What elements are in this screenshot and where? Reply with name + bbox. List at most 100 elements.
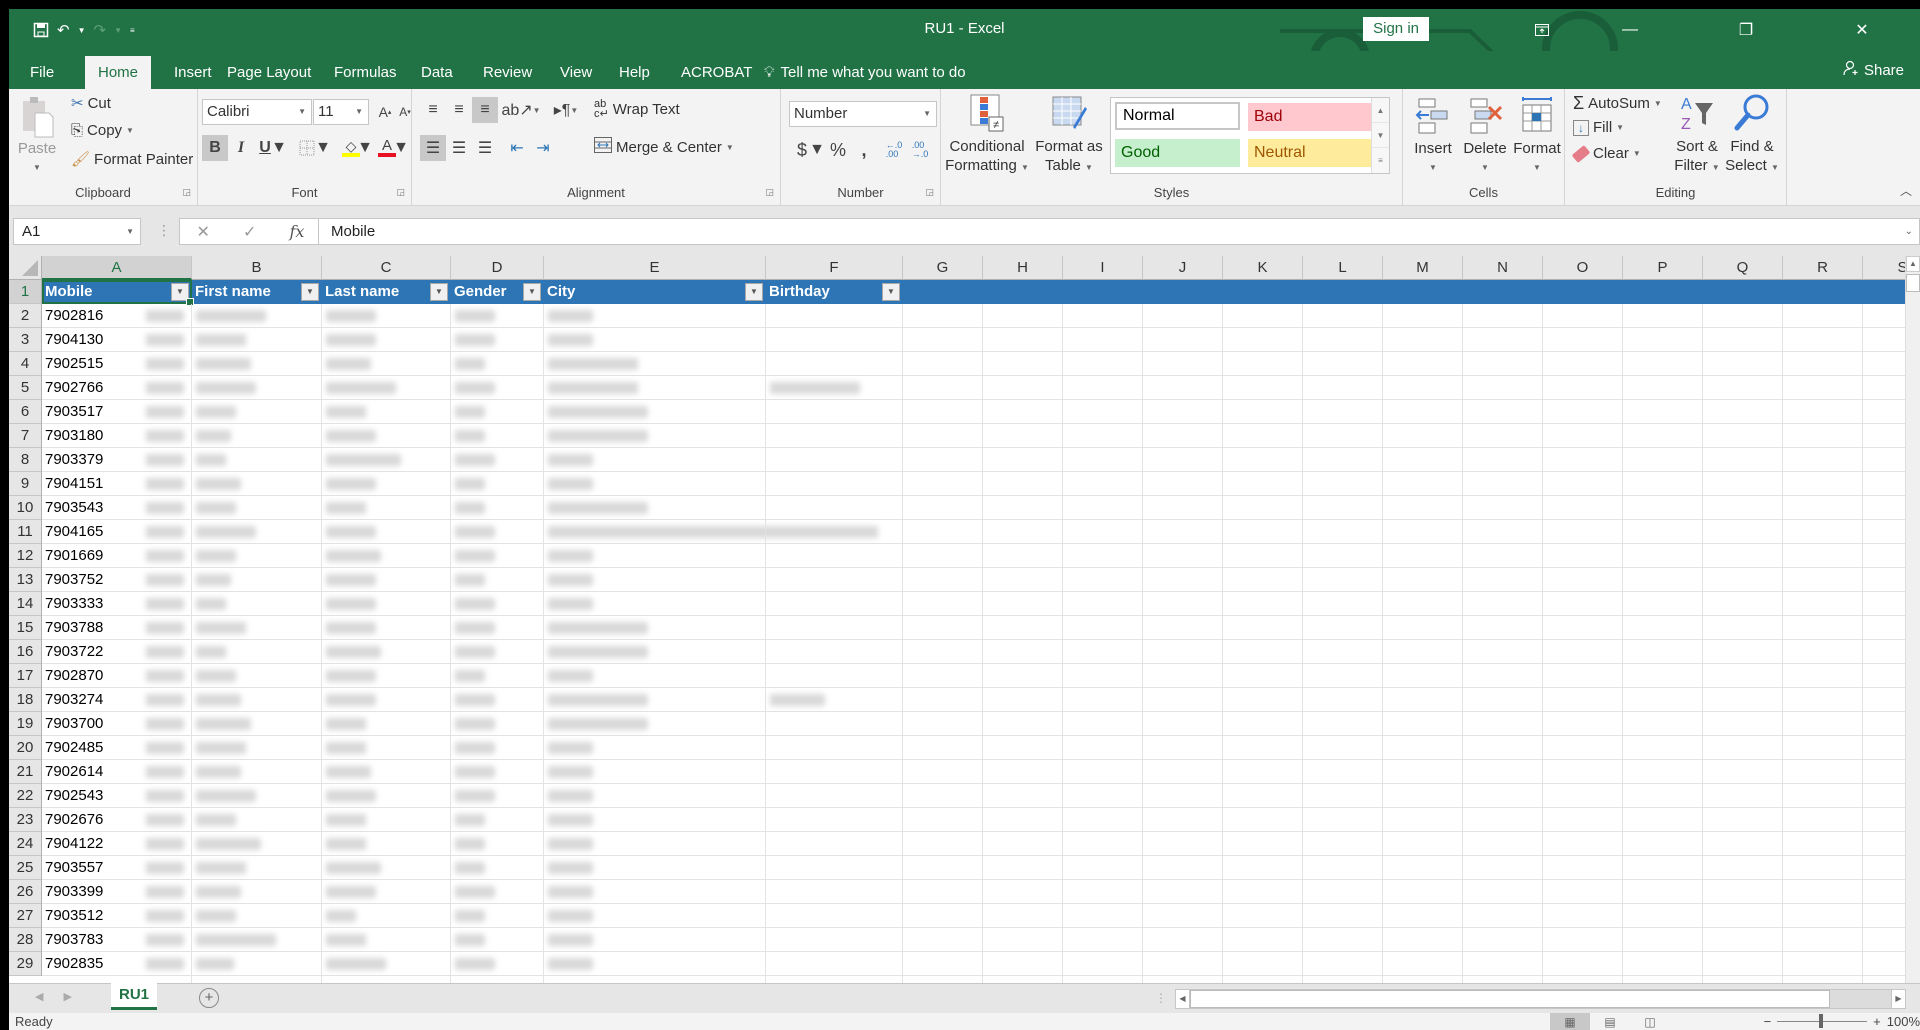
formula-bar-splitter[interactable]: ⋮ xyxy=(157,222,171,239)
filter-dropdown-icon[interactable]: ▼ xyxy=(523,283,541,301)
redacted-cell[interactable] xyxy=(196,622,246,634)
increase-decimal-icon[interactable]: ←.0.00 xyxy=(881,137,907,163)
autosum-dropdown-icon[interactable]: ▼ xyxy=(1654,99,1662,108)
redacted-cell[interactable] xyxy=(455,766,495,778)
redacted-cell[interactable] xyxy=(548,958,593,970)
redacted-cell[interactable] xyxy=(196,790,256,802)
cell-mobile[interactable]: 7902816 xyxy=(42,304,103,328)
redacted-cell[interactable] xyxy=(455,334,495,346)
redacted-cell[interactable] xyxy=(548,478,593,490)
row-header-17[interactable]: 17 xyxy=(9,664,42,688)
redacted-cell[interactable] xyxy=(548,574,593,586)
redacted-cell[interactable] xyxy=(326,814,366,826)
redacted-cell[interactable] xyxy=(326,358,371,370)
redacted-cell[interactable] xyxy=(455,790,495,802)
insert-cells-button[interactable]: Insert ▼ xyxy=(1409,95,1457,177)
clear-button[interactable]: Clear ▼ xyxy=(1571,144,1641,163)
redacted-cell[interactable] xyxy=(455,430,485,442)
tab-formulas[interactable]: Formulas xyxy=(321,56,410,89)
redacted-cell[interactable] xyxy=(196,838,261,850)
redacted-cell[interactable] xyxy=(326,406,366,418)
row-header-19[interactable]: 19 xyxy=(9,712,42,736)
cancel-icon[interactable]: ✕ xyxy=(197,222,210,242)
cell-mobile[interactable]: 7902485 xyxy=(42,736,103,760)
redacted-cell[interactable] xyxy=(326,694,376,706)
redacted-cell[interactable] xyxy=(196,310,266,322)
tab-view[interactable]: View xyxy=(547,56,605,89)
redacted-cell[interactable] xyxy=(326,550,381,562)
normal-view-icon[interactable]: ▦ xyxy=(1550,1013,1590,1030)
redacted-cell[interactable] xyxy=(455,694,495,706)
redacted-cell[interactable] xyxy=(455,886,495,898)
row-header-3[interactable]: 3 xyxy=(9,328,42,352)
redacted-cell[interactable] xyxy=(326,526,376,538)
column-header-k[interactable]: K xyxy=(1223,256,1303,280)
redacted-cell[interactable] xyxy=(196,430,231,442)
redacted-cell[interactable] xyxy=(455,526,495,538)
cell-mobile[interactable]: 7903788 xyxy=(42,616,103,640)
redacted-cell[interactable] xyxy=(548,358,638,370)
paste-button[interactable]: Paste ▼ xyxy=(17,95,57,177)
redacted-cell[interactable] xyxy=(196,934,276,946)
cell-mobile[interactable]: 7903333 xyxy=(42,592,103,616)
redacted-cell[interactable] xyxy=(326,430,376,442)
row-header-1[interactable]: 1 xyxy=(9,280,42,304)
redacted-cell[interactable] xyxy=(196,454,226,466)
tab-data[interactable]: Data xyxy=(408,56,466,89)
redacted-cell[interactable] xyxy=(196,718,251,730)
collapse-ribbon-icon[interactable]: ︿ xyxy=(1900,182,1912,199)
clear-dropdown-icon[interactable]: ▼ xyxy=(1633,149,1641,158)
redacted-cell[interactable] xyxy=(326,478,376,490)
redacted-cell[interactable] xyxy=(455,622,495,634)
align-left-icon[interactable]: ☰ xyxy=(420,135,446,161)
currency-dropdown-icon[interactable]: ▼ xyxy=(809,137,825,163)
row-header-11[interactable]: 11 xyxy=(9,520,42,544)
styles-gallery-scroll[interactable]: ▲ ▼ ≡ xyxy=(1371,98,1389,173)
redacted-cell[interactable] xyxy=(196,742,246,754)
redacted-cell[interactable] xyxy=(196,766,241,778)
format-cells-button[interactable]: Format ▼ xyxy=(1511,95,1563,177)
redacted-cell[interactable] xyxy=(455,838,485,850)
cell-mobile[interactable]: 7902515 xyxy=(42,352,103,376)
header-gender[interactable]: Gender xyxy=(451,280,507,304)
decrease-decimal-icon[interactable]: .00 →.0 xyxy=(907,137,933,163)
filter-dropdown-icon[interactable]: ▼ xyxy=(430,283,448,301)
redacted-cell[interactable] xyxy=(548,910,593,922)
close-icon[interactable]: ✕ xyxy=(1804,9,1920,51)
row-header-18[interactable]: 18 xyxy=(9,688,42,712)
redacted-cell[interactable] xyxy=(455,814,485,826)
header-mobile[interactable]: Mobile xyxy=(42,280,93,304)
redacted-cell[interactable] xyxy=(196,886,241,898)
cell-mobile[interactable]: 7901669 xyxy=(42,544,103,568)
redacted-cell[interactable] xyxy=(770,382,860,394)
zoom-level[interactable]: 100% xyxy=(1887,1014,1920,1029)
redacted-cell[interactable] xyxy=(548,406,648,418)
page-layout-view-icon[interactable]: ▤ xyxy=(1590,1013,1630,1030)
enter-icon[interactable]: ✓ xyxy=(243,222,256,242)
column-header-j[interactable]: J xyxy=(1143,256,1223,280)
align-center-icon[interactable]: ☰ xyxy=(446,135,472,161)
tab-split-handle[interactable]: ⋮ xyxy=(1155,991,1167,1005)
next-sheet-icon[interactable]: ▶ xyxy=(63,990,71,1003)
row-header-26[interactable]: 26 xyxy=(9,880,42,904)
row-header-15[interactable]: 15 xyxy=(9,616,42,640)
redacted-cell[interactable] xyxy=(455,718,495,730)
column-header-p[interactable]: P xyxy=(1623,256,1703,280)
filter-dropdown-icon[interactable]: ▼ xyxy=(882,283,900,301)
redacted-cell[interactable] xyxy=(548,550,593,562)
format-as-table-button[interactable]: Format as Table ▼ xyxy=(1031,93,1107,177)
redacted-cell[interactable] xyxy=(548,646,648,658)
prev-sheet-icon[interactable]: ◀ xyxy=(35,990,43,1003)
redacted-cell[interactable] xyxy=(196,358,251,370)
redacted-cell[interactable] xyxy=(455,502,485,514)
column-header-l[interactable]: L xyxy=(1303,256,1383,280)
redacted-cell[interactable] xyxy=(548,334,593,346)
redacted-cell[interactable] xyxy=(548,598,593,610)
redacted-cell[interactable] xyxy=(548,766,593,778)
redacted-cell[interactable] xyxy=(548,622,648,634)
redacted-cell[interactable] xyxy=(548,502,648,514)
redacted-cell[interactable] xyxy=(455,742,495,754)
row-header-25[interactable]: 25 xyxy=(9,856,42,880)
cell-mobile[interactable]: 7903722 xyxy=(42,640,103,664)
column-header-q[interactable]: Q xyxy=(1703,256,1783,280)
